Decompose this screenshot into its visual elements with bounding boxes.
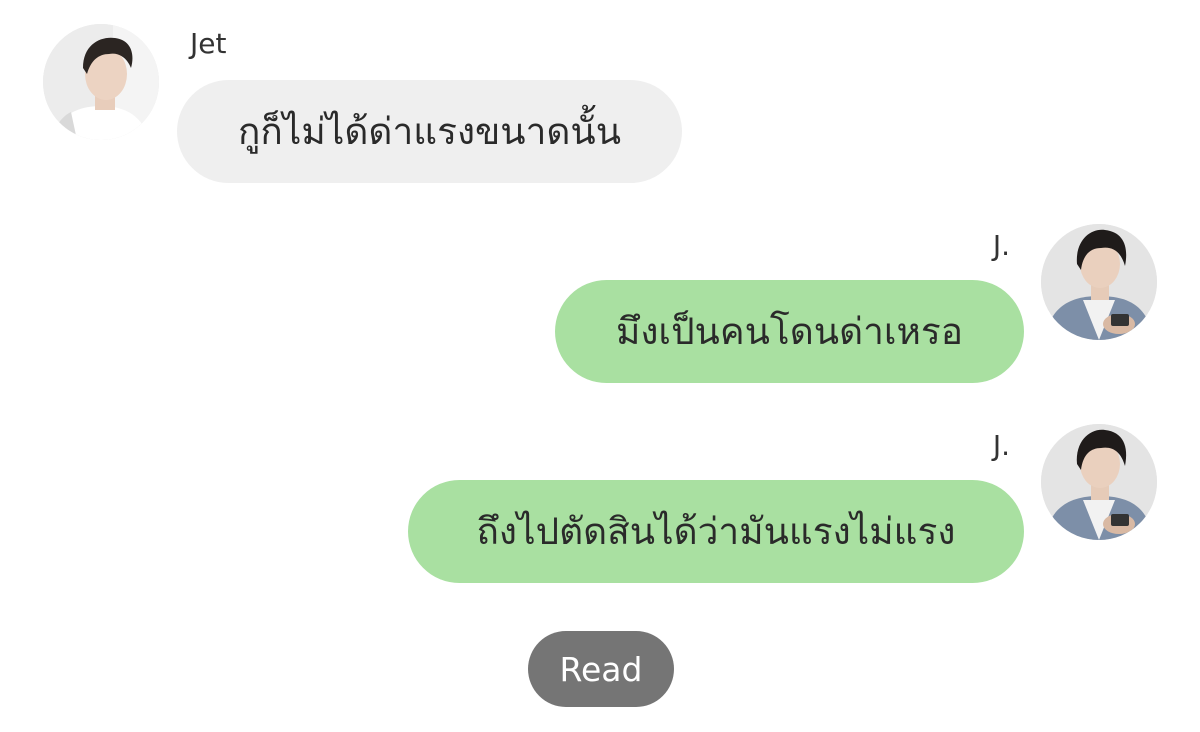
message-bubble-incoming[interactable]: กูก็ไม่ได้ด่าแรงขนาดนั้น [177,80,682,183]
message-bubble-outgoing[interactable]: มึงเป็นคนโดนด่าเหรอ [555,280,1024,383]
sender-name: J. [992,229,1010,262]
message-bubble-outgoing[interactable]: ถึงไปตัดสินได้ว่ามันแรงไม่แรง [408,480,1024,583]
sender-name: J. [992,429,1010,462]
sender-name: Jet [190,27,227,60]
jet-avatar-image [43,24,159,140]
j-avatar[interactable] [1041,424,1157,540]
j-avatar-image [1041,424,1157,540]
j-avatar-image [1041,224,1157,340]
j-avatar[interactable] [1041,224,1157,340]
jet-avatar[interactable] [43,24,159,140]
read-receipt-badge: Read [528,631,674,707]
